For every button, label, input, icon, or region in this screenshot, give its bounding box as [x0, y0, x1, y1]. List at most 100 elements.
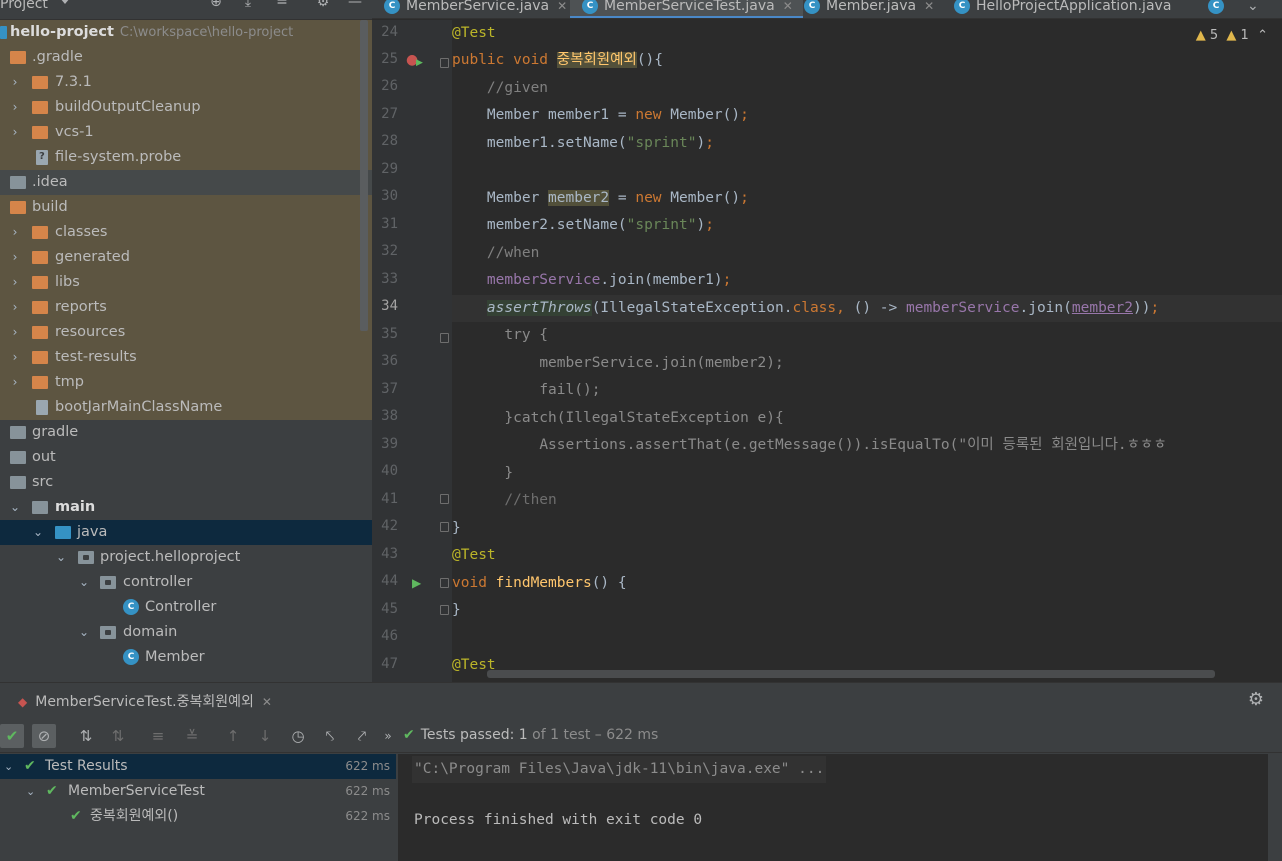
chevron-right-icon[interactable]: › — [8, 245, 22, 270]
import-icon[interactable]: ⤣ — [318, 724, 342, 748]
tree-item-controller-class[interactable]: C Controller — [0, 595, 372, 620]
tab-member-service-test[interactable]: C MemberServiceTest.java ✕ — [570, 0, 803, 18]
chevron-right-icon[interactable]: › — [8, 70, 22, 95]
tab-label: Member.java — [826, 0, 917, 14]
chevron-down-icon[interactable]: ⌄ — [4, 754, 13, 779]
console-command-line[interactable]: "C:\Program Files\Java\jdk-11\bin\java.e… — [412, 756, 827, 783]
test-result-class[interactable]: ⌄ ✔ MemberServiceTest 622 ms — [0, 779, 396, 804]
tree-item-domain[interactable]: ⌄ domain — [0, 620, 372, 645]
fold-icon[interactable] — [440, 605, 449, 615]
project-tree-scrollbar[interactable] — [360, 20, 368, 331]
tab-overflow[interactable]: C — [1196, 0, 1230, 18]
class-icon: C — [954, 0, 970, 14]
line-number: 45 — [381, 601, 398, 617]
chevron-down-icon[interactable]: ⌄ — [77, 620, 91, 645]
tree-item-reports[interactable]: › reports — [0, 295, 372, 320]
tree-item-src[interactable]: src — [0, 470, 372, 495]
tab-member[interactable]: C Member.java ✕ — [792, 0, 934, 18]
test-result-root[interactable]: ⌄ ✔ Test Results 622 ms — [0, 754, 396, 779]
chevron-down-icon[interactable]: ⌄ — [26, 779, 35, 804]
chevron-down-icon[interactable]: ⌄ — [1247, 0, 1259, 18]
tree-item-out[interactable]: out — [0, 445, 372, 470]
tab-member-service[interactable]: C MemberService.java ✕ — [372, 0, 567, 18]
close-icon[interactable]: ✕ — [262, 695, 272, 709]
tree-item-generated[interactable]: › generated — [0, 245, 372, 270]
collapse-all-icon[interactable]: ≚ — [180, 724, 204, 748]
chevron-down-icon[interactable]: ⌄ — [77, 570, 91, 595]
tree-item-tmp[interactable]: › tmp — [0, 370, 372, 395]
chevron-down-icon[interactable]: ⌄ — [31, 520, 45, 545]
up-icon[interactable]: ↑ — [221, 724, 245, 748]
tree-item-member-class[interactable]: C Member — [0, 645, 372, 670]
chevron-right-icon[interactable]: › — [8, 320, 22, 345]
down-icon[interactable]: ↓ — [253, 724, 277, 748]
gear-icon[interactable]: ⚙ — [314, 0, 332, 12]
tree-item-resources[interactable]: › resources — [0, 320, 372, 345]
code-area[interactable]: @Test public void 중복회원예외(){ //given Memb… — [452, 20, 1282, 682]
line-number: 25 — [381, 51, 398, 67]
tree-item-hello-project[interactable]: hello-project C:\workspace\hello-project — [0, 20, 372, 45]
tree-item-libs[interactable]: › libs — [0, 270, 372, 295]
tree-item-label: src — [32, 474, 54, 490]
tree-item-vcs-1[interactable]: › vcs-1 — [0, 120, 372, 145]
history-icon[interactable]: ◷ — [286, 724, 310, 748]
tree-item-java[interactable]: ⌄ java — [0, 520, 372, 545]
chevron-right-icon[interactable]: › — [8, 220, 22, 245]
fold-icon[interactable] — [440, 494, 449, 504]
line-number: 40 — [381, 463, 398, 479]
tree-item-build-output-cleanup[interactable]: › buildOutputCleanup — [0, 95, 372, 120]
tree-item-gradle[interactable]: gradle — [0, 420, 372, 445]
chevron-right-icon[interactable]: › — [8, 345, 22, 370]
chevron-right-icon[interactable]: › — [8, 370, 22, 395]
chevron-right-icon[interactable]: › — [8, 270, 22, 295]
console-scrollbar[interactable] — [1268, 754, 1282, 861]
export-icon[interactable]: ⤤ — [350, 724, 374, 748]
tree-item-build[interactable]: build — [0, 195, 372, 220]
sort-duration-icon[interactable]: ⇅ — [106, 724, 130, 748]
fold-icon[interactable] — [440, 333, 449, 343]
tree-item-main[interactable]: ⌄ main — [0, 495, 372, 520]
tree-item-7-3-1[interactable]: › 7.3.1 — [0, 70, 372, 95]
run-tab[interactable]: ◆ MemberServiceTest.중복회원예외 ✕ — [18, 691, 272, 711]
chevron-down-icon[interactable] — [60, 0, 70, 4]
editor-horizontal-scrollbar[interactable] — [487, 670, 1215, 678]
globe-icon[interactable]: ⊕ — [207, 0, 225, 12]
chevron-right-icon[interactable]: › — [8, 95, 22, 120]
expand-all-icon[interactable]: ≡ — [146, 724, 170, 748]
tree-item-boot-jar-main-class-name[interactable]: bootJarMainClassName — [0, 395, 372, 420]
chevron-right-icon[interactable]: › — [8, 295, 22, 320]
fold-icon[interactable] — [440, 578, 449, 588]
sort-icon[interactable]: ⇅ — [74, 724, 98, 748]
run-tab-label: MemberServiceTest.중복회원예외 — [35, 694, 254, 710]
collapse-all-icon[interactable]: ⤓ — [239, 0, 257, 12]
tree-item-project-helloproject[interactable]: ⌄ project.helloproject — [0, 545, 372, 570]
folder-icon — [32, 226, 48, 239]
line-number: 42 — [381, 518, 398, 534]
tree-item-label: bootJarMainClassName — [55, 399, 223, 415]
chevron-down-icon[interactable]: ⌄ — [8, 495, 22, 520]
chevron-right-icon[interactable]: › — [8, 120, 22, 145]
console-output[interactable]: "C:\Program Files\Java\jdk-11\bin\java.e… — [398, 754, 1268, 861]
tree-item-controller[interactable]: ⌄ controller — [0, 570, 372, 595]
check-icon[interactable]: ✔ — [0, 724, 24, 748]
tree-item-classes[interactable]: › classes — [0, 220, 372, 245]
tab-hello-project-application[interactable]: C HelloProjectApplication.java — [942, 0, 1171, 18]
more-icon[interactable]: » — [376, 724, 400, 748]
tree-item-idea-dir[interactable]: .idea — [0, 170, 372, 195]
close-icon[interactable]: ✕ — [557, 0, 567, 13]
fold-icon[interactable] — [440, 58, 449, 68]
expand-icon[interactable]: ≚ — [273, 0, 291, 12]
run-icon[interactable]: ▶ — [416, 58, 423, 68]
gear-icon[interactable]: ⚙ — [1248, 689, 1264, 710]
tree-item-gradle-dir[interactable]: .gradle — [0, 45, 372, 70]
close-icon[interactable]: ✕ — [924, 0, 934, 13]
chevron-down-icon[interactable]: ⌄ — [54, 545, 68, 570]
tree-item-file-system-probe[interactable]: file-system.probe — [0, 144, 372, 170]
project-view-title[interactable]: Project — [0, 0, 48, 12]
test-result-method[interactable]: ✔ 중복회원예외() 622 ms — [0, 804, 396, 829]
tree-item-test-results[interactable]: › test-results — [0, 345, 372, 370]
fold-icon[interactable] — [440, 522, 449, 532]
run-icon[interactable]: ▶ — [412, 576, 421, 590]
minimize-icon[interactable]: — — [346, 0, 364, 12]
cancel-icon[interactable]: ⊘ — [32, 724, 56, 748]
